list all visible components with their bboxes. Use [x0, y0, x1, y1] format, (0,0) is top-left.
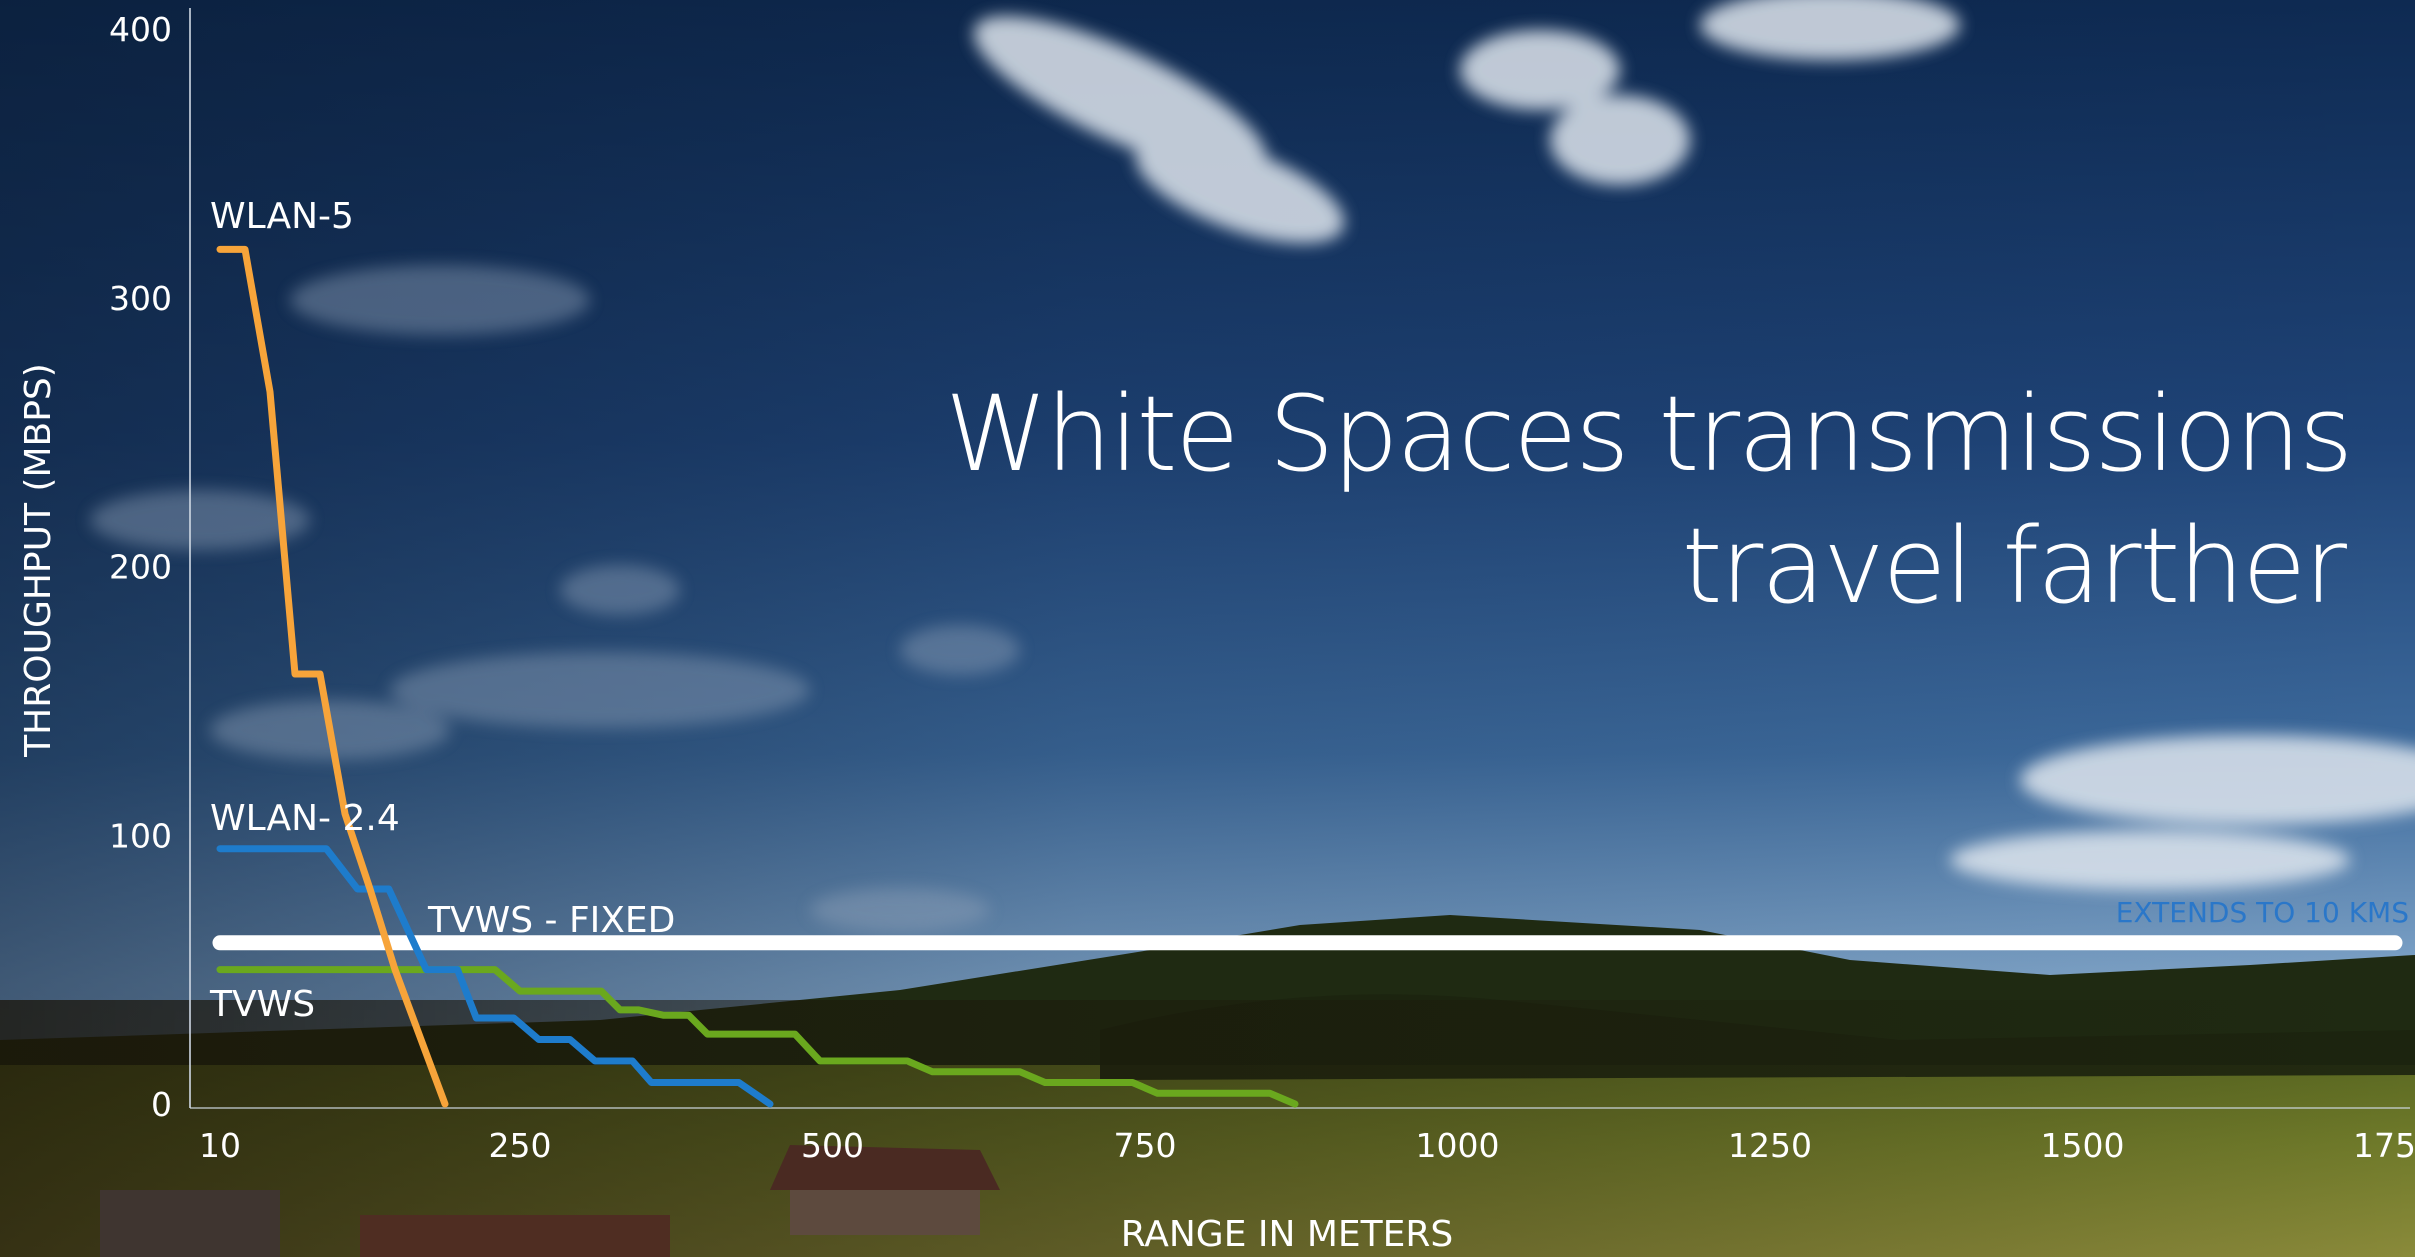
x-tick-label: 1750 [2353, 1126, 2415, 1165]
series-label-tvws: TVWS [209, 984, 315, 1025]
y-axis-title: THROUGHPUT (MBPS) [18, 363, 59, 758]
tvws-fixed-note: EXTENDS TO 10 KMS [2115, 896, 2409, 929]
y-tick-label: 400 [109, 10, 172, 49]
x-tick-label: 250 [489, 1126, 552, 1165]
headline: White Spaces transmissions travel farthe… [945, 368, 2353, 632]
y-tick-label: 200 [109, 548, 172, 587]
headline-line-2: travel farther [1681, 505, 2347, 627]
x-tick-label: 10 [199, 1126, 241, 1165]
x-tick-label: 750 [1114, 1126, 1177, 1165]
y-tick-label: 100 [109, 816, 172, 855]
x-axis-title: RANGE IN METERS [1121, 1214, 1454, 1255]
x-tick-label: 1000 [1416, 1126, 1500, 1165]
series-label-wlan5: WLAN-5 [210, 196, 354, 237]
headline-line-1: White Spaces transmissions [945, 373, 2353, 495]
series-label-tvws-fixed: TVWS - FIXED [427, 900, 675, 941]
x-tick-label: 1500 [2041, 1126, 2125, 1165]
y-tick-label: 300 [109, 279, 172, 318]
y-tick-label: 0 [151, 1085, 172, 1124]
x-tick-label: 1250 [1728, 1126, 1812, 1165]
x-tick-label: 500 [801, 1126, 864, 1165]
series-label-wlan24: WLAN- 2.4 [210, 798, 400, 839]
